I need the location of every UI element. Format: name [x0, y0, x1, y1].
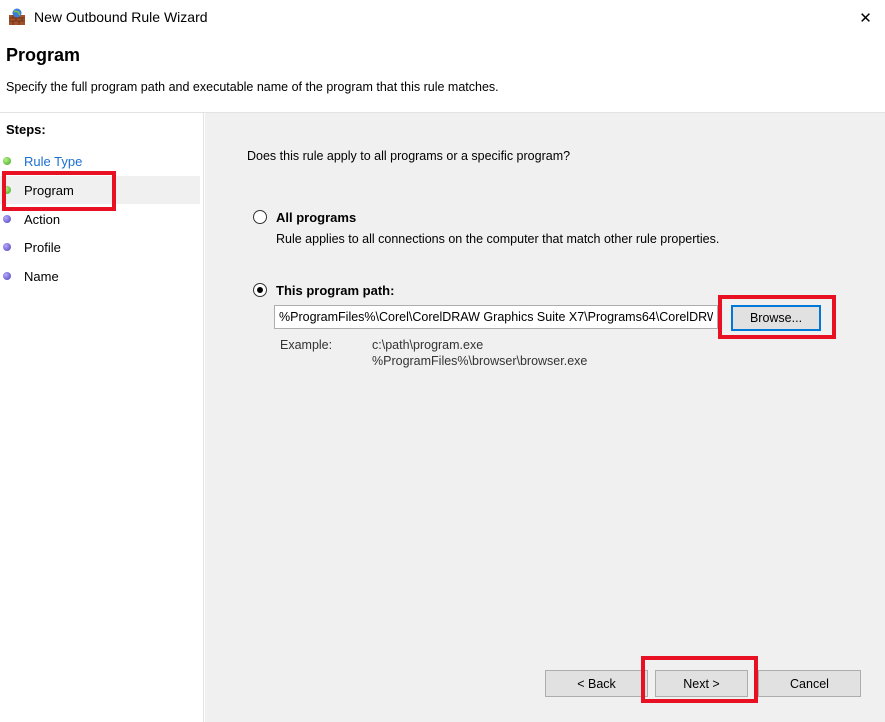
step-pending-icon [3, 243, 11, 251]
step-pending-icon [3, 272, 11, 280]
close-button[interactable]: ✕ [846, 0, 885, 35]
program-question: Does this rule apply to all programs or … [247, 149, 571, 163]
all-programs-radio[interactable] [253, 210, 267, 224]
highlight-program-step [2, 171, 116, 211]
example-label: Example: [280, 338, 333, 352]
steps-heading: Steps: [6, 122, 46, 137]
page-title: Program [6, 45, 81, 65]
highlight-next-button [641, 656, 758, 703]
step-label: Rule Type [24, 153, 83, 169]
page-subtitle: Specify the full program path and execut… [6, 80, 499, 94]
step-label: Name [24, 268, 59, 284]
step-complete-icon [3, 157, 11, 165]
window-title: New Outbound Rule Wizard [34, 9, 208, 25]
cancel-button[interactable]: Cancel [758, 670, 861, 697]
content-panel [205, 113, 885, 722]
example-path-1: c:\path\program.exe [372, 338, 484, 352]
step-label: Profile [24, 239, 61, 255]
step-profile[interactable]: Profile [0, 233, 200, 261]
step-label: Action [24, 211, 61, 227]
all-programs-description: Rule applies to all connections on the c… [276, 232, 720, 246]
close-icon: ✕ [859, 9, 872, 27]
firewall-brick-icon [8, 8, 26, 26]
step-pending-icon [3, 215, 11, 223]
example-path-2: %ProgramFiles%\browser\browser.exe [372, 354, 588, 368]
program-path-label[interactable]: This program path: [276, 283, 394, 298]
program-path-radio[interactable] [253, 283, 267, 297]
step-name[interactable]: Name [0, 262, 200, 290]
all-programs-label[interactable]: All programs [276, 210, 356, 225]
back-button[interactable]: < Back [545, 670, 648, 697]
highlight-browse-button [718, 295, 836, 339]
program-path-input[interactable] [274, 305, 718, 329]
